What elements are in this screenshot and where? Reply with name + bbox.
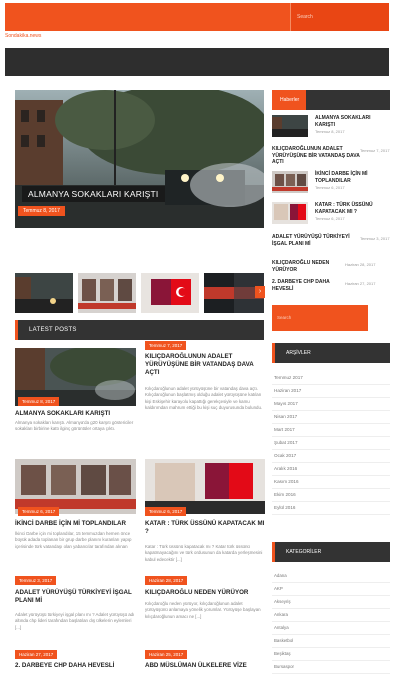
archive-link[interactable]: Ocak 2017	[272, 450, 390, 464]
main-navigation	[5, 48, 389, 76]
post-title[interactable]: İKİNCİ DARBE İÇİN Mİ TOPLANDILAR	[15, 520, 136, 528]
post-excerpt: Katar : Türk üssünü kapatacak mı ? Katar…	[145, 544, 263, 562]
category-link[interactable]: Antalya	[272, 622, 390, 635]
post-title[interactable]: KILIÇDAROĞLUNUN ADALET YÜRÜYÜŞÜNE BİR VA…	[145, 353, 265, 378]
carousel-thumb[interactable]	[15, 273, 73, 313]
archive-link[interactable]: Mayıs 2017	[272, 398, 390, 412]
category-link[interactable]: Akseyriş	[272, 596, 390, 609]
sidebar-thumb[interactable]	[272, 171, 308, 193]
post-date: Temmuz 6, 2017	[18, 507, 60, 516]
sidebar-recent-heading: Haberler	[272, 90, 390, 110]
sidebar-post-date: Temmuz 6, 2017	[315, 185, 345, 190]
sidebar-post-date: Haziran 28, 2017	[345, 262, 376, 267]
archive-link[interactable]: Kasım 2016	[272, 476, 390, 490]
category-link[interactable]: Ankara	[272, 609, 390, 622]
archive-link[interactable]: Temmuz 2017	[272, 372, 390, 386]
post-title[interactable]: 2. DARBEYE CHP DAHA HEVESLİ	[15, 662, 136, 670]
archives-heading: ARŞİVLER	[272, 343, 390, 363]
sidebar-thumb[interactable]	[272, 202, 308, 224]
archive-link[interactable]: Haziran 2017	[272, 385, 390, 399]
post-date: Temmuz 8, 2017	[18, 397, 60, 406]
post-date: Haziran 28, 2017	[145, 576, 188, 585]
post-date: Haziran 25, 2017	[145, 650, 188, 659]
post-excerpt: İkinci Darbe için mi toplandılar, 15 tem…	[15, 531, 132, 549]
sidebar-search-placeholder: Search	[277, 315, 292, 320]
post-date: Temmuz 6, 2017	[145, 507, 187, 516]
archive-link[interactable]: Ekim 2016	[272, 489, 390, 503]
sidebar-post-title[interactable]: KILIÇDAROĞLU NEDEN YÜRÜYOR	[272, 260, 354, 273]
post-title[interactable]: ADALET YÜRÜYÜŞÜ TÜRKİYEYİ İŞGAL PLANI Mİ	[15, 589, 136, 605]
post-title[interactable]: ALMANYA SOKAKLARI KARIŞTI	[15, 410, 136, 418]
post-thumbnail[interactable]	[15, 459, 136, 514]
thumbnail-carousel	[15, 273, 264, 313]
featured-date: Temmuz 8, 2017	[18, 206, 65, 216]
sidebar-post-title[interactable]: İKİNCİ DARBE İÇİN Mİ TOPLANDILAR	[315, 171, 390, 184]
category-link[interactable]: Beşiktaş	[272, 648, 390, 661]
carousel-thumb[interactable]	[78, 273, 136, 313]
sidebar-search-input[interactable]: Search	[272, 305, 368, 331]
post-excerpt: Adalet yürüyüşü türkiyeyi işgal planı mı…	[15, 612, 135, 630]
latest-posts-heading: LATEST POSTS	[15, 320, 264, 340]
sidebar-post-title[interactable]: 2. DARBEYE CHP DAHA HEVESLİ	[272, 279, 347, 292]
categories-heading-label: KATEGORİLER	[286, 549, 322, 555]
latest-posts-label: LATEST POSTS	[29, 327, 77, 333]
sidebar-post-date: Temmuz 8, 2017	[315, 129, 345, 134]
post-date: Haziran 27, 2017	[15, 650, 58, 659]
sidebar-post-title[interactable]: KATAR : TÜRK ÜSSÜNÜ KAPATACAK MI ?	[315, 202, 390, 215]
category-link[interactable]: Bursaspor	[272, 661, 390, 674]
archive-link[interactable]: Eylül 2016	[272, 502, 390, 516]
sidebar-post-title[interactable]: ADALET YÜRÜYÜŞÜ TÜRKİYEYİ İŞGAL PLANI Mİ	[272, 234, 354, 247]
sidebar-post-title[interactable]: KILIÇDAROĞLUNUN ADALET YÜRÜYÜŞÜNE BİR VA…	[272, 146, 360, 166]
post-excerpt: Almanya sokakları karıştı. Almanya'da g2…	[15, 420, 134, 432]
archive-link[interactable]: Aralık 2016	[272, 463, 390, 477]
categories-heading: KATEGORİLER	[272, 542, 390, 562]
archive-link[interactable]: Nisan 2017	[272, 411, 390, 425]
sidebar-post-date: Temmuz 3, 2017	[360, 236, 390, 241]
post-title[interactable]: KILIÇDAROĞLU NEDEN YÜRÜYOR	[145, 589, 265, 597]
carousel-next-icon[interactable]: ›	[255, 286, 265, 298]
post-excerpt: Kılıçdaroğlu neden yürüyor, kılıçdaroğlu…	[145, 601, 261, 619]
category-link[interactable]: AKP	[272, 583, 390, 596]
category-link[interactable]: Adana	[272, 570, 390, 583]
sidebar-post-date: Temmuz 7, 2017	[360, 148, 390, 153]
post-date: Temmuz 7, 2017	[145, 341, 187, 350]
sidebar-post-date: Temmuz 6, 2017	[315, 216, 345, 221]
post-excerpt: Kılıçdaroğlunun adalet yürüyüşüne bir va…	[145, 386, 263, 411]
category-link[interactable]: Basketbol	[272, 635, 390, 648]
archive-link[interactable]: Mart 2017	[272, 424, 390, 438]
post-title[interactable]: KATAR : TÜRK ÜSSÜNÜ KAPATACAK MI ?	[145, 520, 265, 536]
sidebar-post-date: Haziran 27, 2017	[345, 281, 376, 286]
carousel-thumb[interactable]	[141, 273, 199, 313]
header-search-input[interactable]: Search	[290, 3, 389, 31]
archives-heading-label: ARŞİVLER	[286, 350, 311, 356]
archive-link[interactable]: Şubat 2017	[272, 437, 390, 451]
sidebar-tab[interactable]: Haberler	[272, 90, 306, 110]
sidebar-thumb[interactable]	[272, 115, 308, 137]
featured-title[interactable]: ALMANYA SOKAKLARI KARIŞTI	[22, 186, 165, 202]
sidebar-post-title[interactable]: ALMANYA SOKAKLARI KARIŞTI	[315, 115, 390, 128]
site-name-link[interactable]: Sondakika.news	[5, 33, 41, 39]
post-date: Temmuz 3, 2017	[15, 576, 57, 585]
header-search-placeholder: Search	[297, 14, 313, 20]
post-thumbnail[interactable]	[145, 459, 265, 514]
post-title[interactable]: ABD MÜSLÜMAN ÜLKELERE VİZE	[145, 662, 265, 670]
